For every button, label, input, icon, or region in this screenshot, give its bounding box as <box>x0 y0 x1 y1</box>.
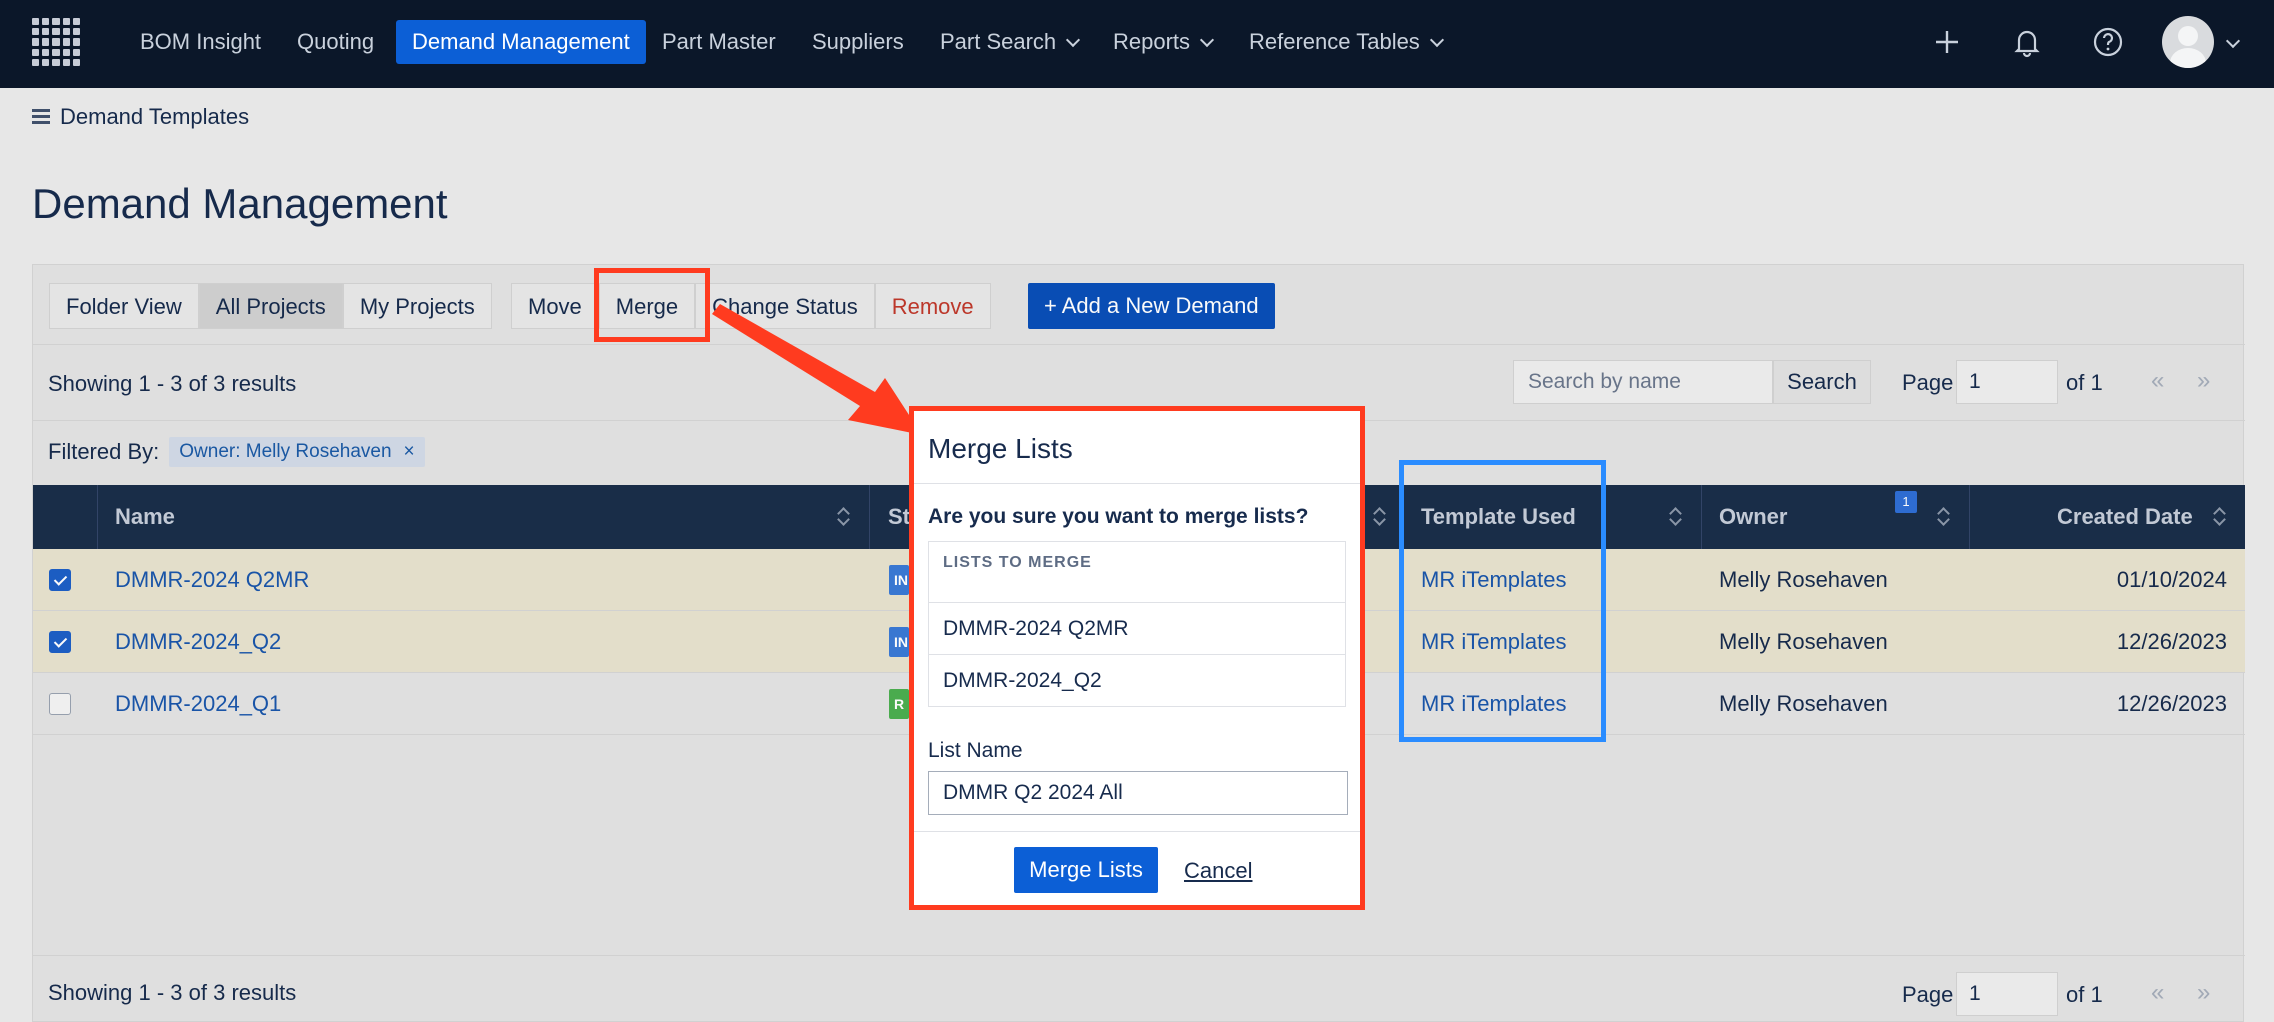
merge-lists-modal: Merge Lists Are you sure you want to mer… <box>909 406 1365 910</box>
column-divider <box>1969 485 1970 549</box>
owner-filter-chip-label: Owner: Melly Rosehaven <box>179 441 392 462</box>
template-annotation-box <box>1399 460 1606 742</box>
results-count-footer: Showing 1 - 3 of 3 results <box>48 980 297 1005</box>
bell-icon[interactable] <box>2009 24 2045 60</box>
chevron-down-icon <box>1429 32 1444 48</box>
page-label-footer: Page <box>1902 982 1954 1007</box>
nav-reference-tables-label: Reference Tables <box>1249 29 1420 54</box>
nav-part-search-label: Part Search <box>940 29 1057 54</box>
row-checkbox[interactable] <box>49 631 71 653</box>
modal-question: Are you sure you want to merge lists? <box>928 505 1309 528</box>
folder-view-button[interactable]: Folder View <box>49 283 199 329</box>
page-number-input-footer[interactable]: 1 <box>1956 972 2058 1016</box>
app-logo-icon[interactable] <box>32 18 80 66</box>
sort-icon[interactable] <box>1669 507 1681 527</box>
cancel-button[interactable]: Cancel <box>1184 858 1252 884</box>
breadcrumb-label[interactable]: Demand Templates <box>60 104 249 130</box>
nav-reference-tables[interactable]: Reference Tables <box>1233 20 1458 64</box>
list-item: DMMR-2024_Q2 <box>929 654 1345 706</box>
row-created-date: 12/26/2023 <box>2116 629 2227 654</box>
breadcrumb: Demand Templates <box>32 104 249 130</box>
row-owner: Melly Rosehaven <box>1719 691 1888 716</box>
divider <box>914 831 1360 832</box>
row-name-link[interactable]: DMMR-2024_Q1 <box>115 691 281 717</box>
page-label: Page <box>1902 370 1954 395</box>
nav-quoting[interactable]: Quoting <box>281 20 390 64</box>
nav-bom-insight[interactable]: BOM Insight <box>124 20 277 64</box>
modal-title: Merge Lists <box>928 433 1073 464</box>
status-badge: R <box>889 689 909 719</box>
plus-icon[interactable] <box>1929 24 1965 60</box>
sort-icon[interactable] <box>1937 507 1949 527</box>
list-name-field[interactable]: DMMR Q2 2024 All <box>928 771 1348 815</box>
status-badge: IN <box>889 627 909 657</box>
help-icon[interactable] <box>2090 24 2126 60</box>
toolbar: Folder View All Projects My Projects Mov… <box>33 265 2245 345</box>
page-number-input[interactable]: 1 <box>1956 360 2058 404</box>
nav-reports-label: Reports <box>1113 29 1191 54</box>
row-created-date: 01/10/2024 <box>2116 567 2227 592</box>
chevron-down-icon <box>1199 32 1215 48</box>
results-count: Showing 1 - 3 of 3 results <box>48 371 297 396</box>
row-checkbox[interactable] <box>49 569 71 591</box>
all-projects-button[interactable]: All Projects <box>198 283 343 329</box>
merge-annotation-box <box>594 268 710 342</box>
filter-label: Filtered By: <box>48 439 160 464</box>
column-header-name[interactable]: Name <box>115 485 175 549</box>
chevron-down-icon <box>1066 32 1081 48</box>
divider <box>914 483 1360 484</box>
column-header-created[interactable]: Created Date <box>2057 485 2193 549</box>
next-page-icon[interactable]: » <box>2197 367 2210 395</box>
my-projects-button[interactable]: My Projects <box>342 283 492 329</box>
row-owner: Melly Rosehaven <box>1719 567 1888 592</box>
lists-to-merge: LISTS TO MERGE DMMR-2024 Q2MR DMMR-2024_… <box>928 541 1346 707</box>
sort-icon[interactable] <box>1373 507 1385 527</box>
column-divider <box>97 485 98 549</box>
top-nav: BOM Insight Quoting Demand Management Pa… <box>0 0 2274 88</box>
view-toggle-group: Folder View All Projects My Projects <box>49 283 492 329</box>
nav-demand-management[interactable]: Demand Management <box>396 20 646 64</box>
row-name-link[interactable]: DMMR-2024 Q2MR <box>115 567 309 593</box>
status-badge: IN <box>889 565 909 595</box>
list-icon <box>32 109 50 125</box>
filter-bar: Filtered By: Owner: Melly Rosehaven × <box>48 437 425 467</box>
column-divider <box>869 485 870 549</box>
nav-part-search[interactable]: Part Search <box>924 20 1094 64</box>
nav-part-master[interactable]: Part Master <box>646 20 792 64</box>
close-icon[interactable]: × <box>404 441 415 463</box>
owner-filter-chip[interactable]: Owner: Melly Rosehaven × <box>169 437 425 467</box>
annotation-arrow-icon <box>712 304 922 435</box>
row-created-date: 12/26/2023 <box>2116 691 2227 716</box>
column-header-status[interactable]: St <box>888 485 910 549</box>
owner-filter-count-badge[interactable]: 1 <box>1895 491 1917 513</box>
nav-suppliers[interactable]: Suppliers <box>796 20 920 64</box>
prev-page-icon[interactable]: « <box>2151 367 2164 395</box>
sort-icon[interactable] <box>837 507 849 527</box>
row-owner: Melly Rosehaven <box>1719 629 1888 654</box>
prev-page-icon[interactable]: « <box>2151 979 2164 1007</box>
add-new-demand-button[interactable]: + Add a New Demand <box>1028 283 1275 329</box>
search-input[interactable]: Search by name <box>1513 360 1773 404</box>
row-checkbox[interactable] <box>49 693 71 715</box>
list-item: DMMR-2024 Q2MR <box>929 602 1345 654</box>
lists-to-merge-header: LISTS TO MERGE <box>943 554 1092 571</box>
next-page-icon[interactable]: » <box>2197 979 2210 1007</box>
sort-icon[interactable] <box>2213 507 2225 527</box>
list-name-label: List Name <box>928 739 1023 762</box>
page-total-footer: of 1 <box>2066 982 2103 1007</box>
column-header-owner[interactable]: Owner <box>1719 485 1787 549</box>
page-total: of 1 <box>2066 370 2103 395</box>
nav-reports[interactable]: Reports <box>1097 20 1228 64</box>
move-button[interactable]: Move <box>511 283 599 329</box>
search-button[interactable]: Search <box>1773 360 1871 404</box>
chevron-down-icon[interactable] <box>2225 33 2241 49</box>
page-title: Demand Management <box>32 180 448 227</box>
column-divider <box>1701 485 1702 549</box>
avatar[interactable] <box>2162 16 2214 68</box>
merge-lists-button[interactable]: Merge Lists <box>1014 847 1158 893</box>
row-name-link[interactable]: DMMR-2024_Q2 <box>115 629 281 655</box>
